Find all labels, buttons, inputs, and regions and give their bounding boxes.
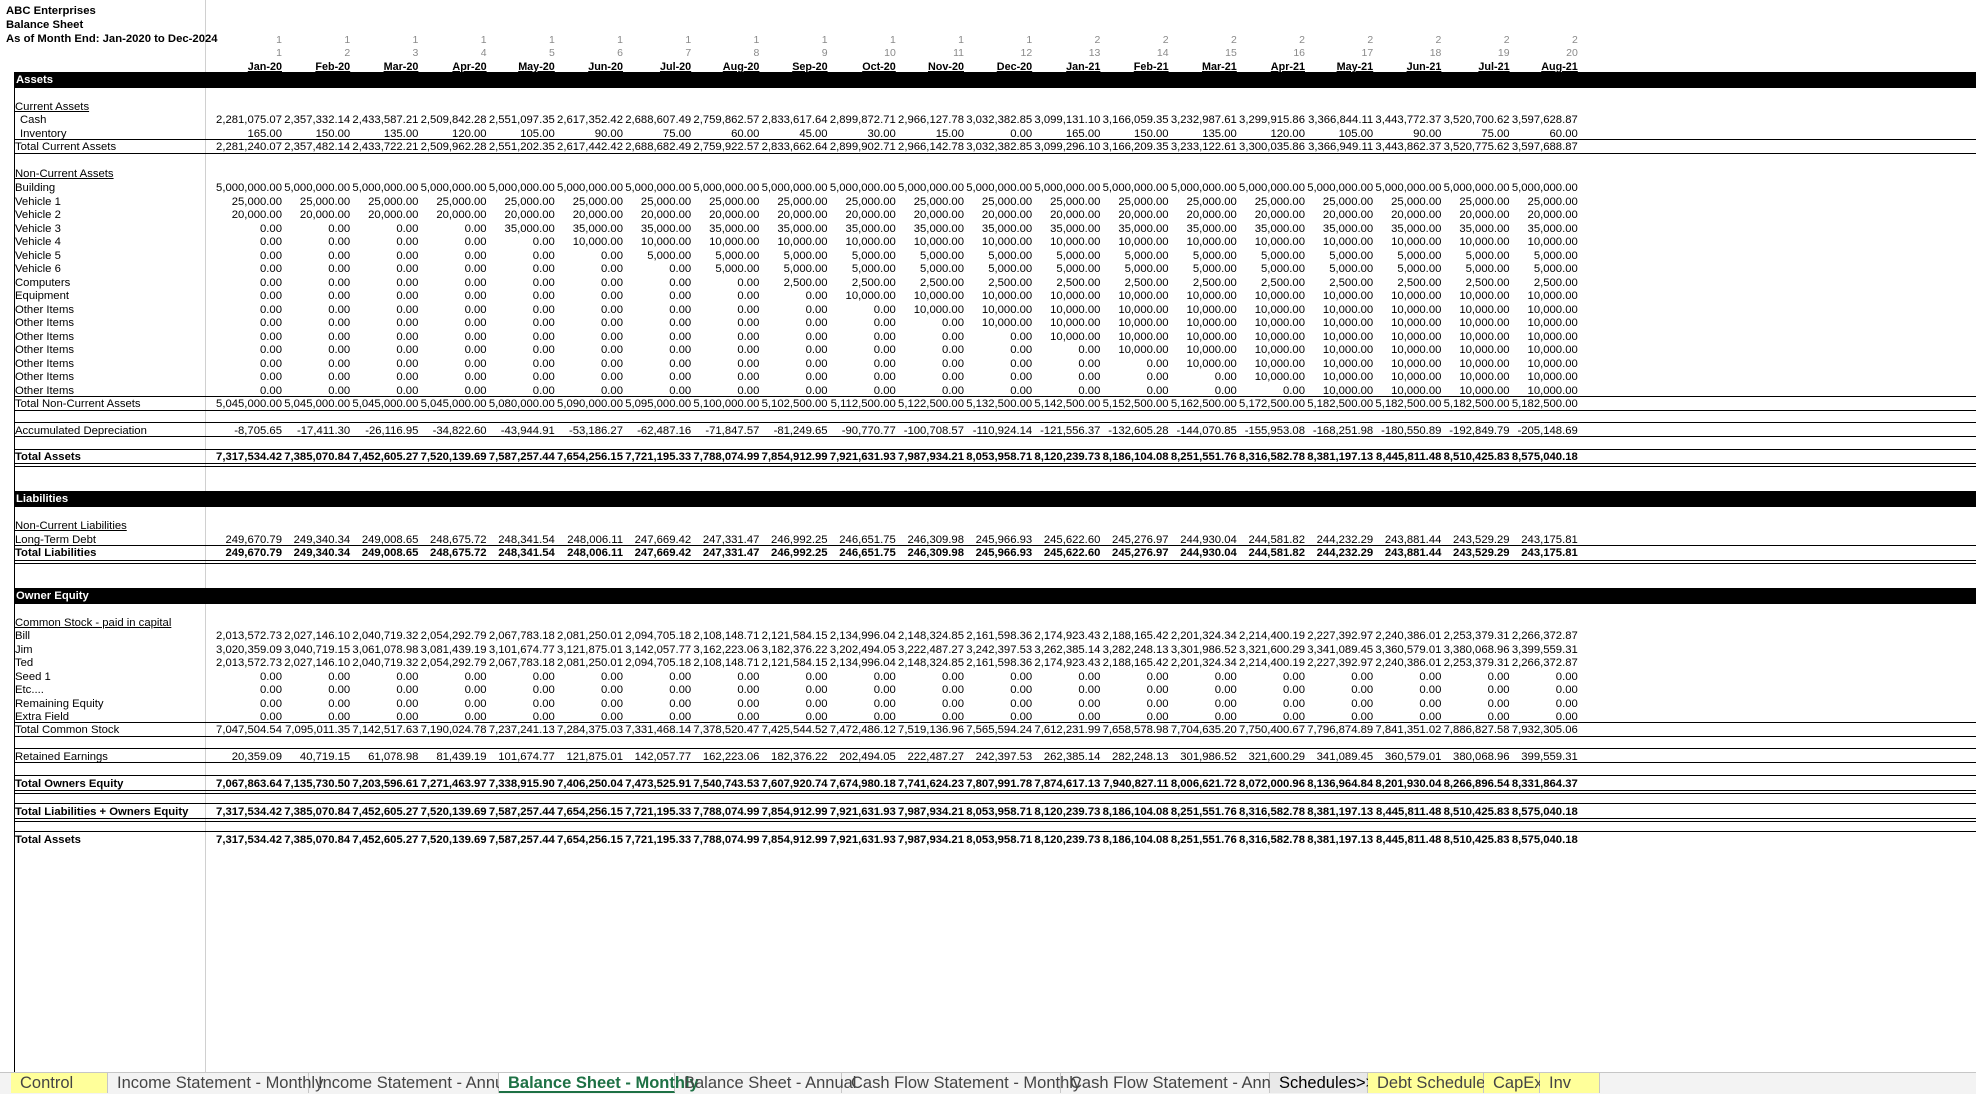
- border-line: [14, 153, 1976, 154]
- row-label: Retained Earnings: [15, 751, 108, 763]
- sheet-tab-cash-flow-statement-monthly[interactable]: Cash Flow Statement - Monthly: [842, 1073, 1081, 1093]
- section-title: Assets: [16, 74, 54, 86]
- double-border: [14, 818, 1976, 822]
- sheet-tab-control[interactable]: Control: [11, 1073, 108, 1093]
- section-title: Owner Equity: [16, 590, 89, 602]
- border-line: [14, 436, 1976, 437]
- row-retained-earnings: Retained Earnings 20,359.09 40,719.15 61,07…: [0, 749, 1976, 766]
- sheet-tab-balance-sheet-monthly[interactable]: Balance Sheet - Monthly: [499, 1073, 699, 1093]
- cell-value[interactable]: 399,559.31: [1495, 749, 1578, 766]
- double-border: [14, 790, 1976, 794]
- border-line: [14, 762, 1976, 763]
- spreadsheet-grid[interactable]: ABC Enterprises Balance Sheet As of Mont…: [0, 0, 1976, 1072]
- section-title: Liabilities: [16, 493, 69, 505]
- row-label: Total Assets: [15, 834, 81, 846]
- section-band-assets: Assets: [14, 72, 1976, 88]
- border-line: [14, 736, 1976, 737]
- sheet-tab-income-statement-annual[interactable]: Income Statement - Annual: [309, 1073, 517, 1093]
- sheet-tab-cash-flow-statement-annual[interactable]: Cash Flow Statement - Annual: [1061, 1073, 1293, 1093]
- cell-value[interactable]: 8,575,040.18: [1495, 832, 1578, 849]
- sheet-tab-income-statement-monthly[interactable]: Income Statement - Monthly: [108, 1073, 323, 1093]
- double-border: [14, 560, 1976, 564]
- double-border: [14, 463, 1976, 467]
- row-label: Accumulated Depreciation: [15, 425, 147, 437]
- section-band-equity: Owner Equity: [14, 588, 1976, 604]
- sheet-tab-schedules[interactable]: Schedules>>: [1270, 1073, 1375, 1093]
- row-total-assets-check: Total Assets 7,317,534.42 7,385,070.84 7,45…: [0, 832, 1976, 849]
- row-accumulated-depreciation: Accumulated Depreciation -8,705.65 -17,411…: [0, 423, 1976, 440]
- section-band-liabilities: Liabilities: [14, 491, 1976, 507]
- sheet-tab-bar: Control Income Statement - Monthly Income …: [0, 1072, 1976, 1094]
- sheet-tab-balance-sheet-annual[interactable]: Balance Sheet - Annual: [675, 1073, 856, 1093]
- sheet-tab-capex[interactable]: CapEx: [1484, 1073, 1543, 1093]
- cell-value[interactable]: -205,148.69: [1495, 423, 1577, 440]
- sheet-tab-inv[interactable]: Inv: [1540, 1073, 1600, 1093]
- border-line: [14, 410, 1976, 411]
- sheet-tab-debt-schedule[interactable]: Debt Schedule: [1368, 1073, 1485, 1093]
